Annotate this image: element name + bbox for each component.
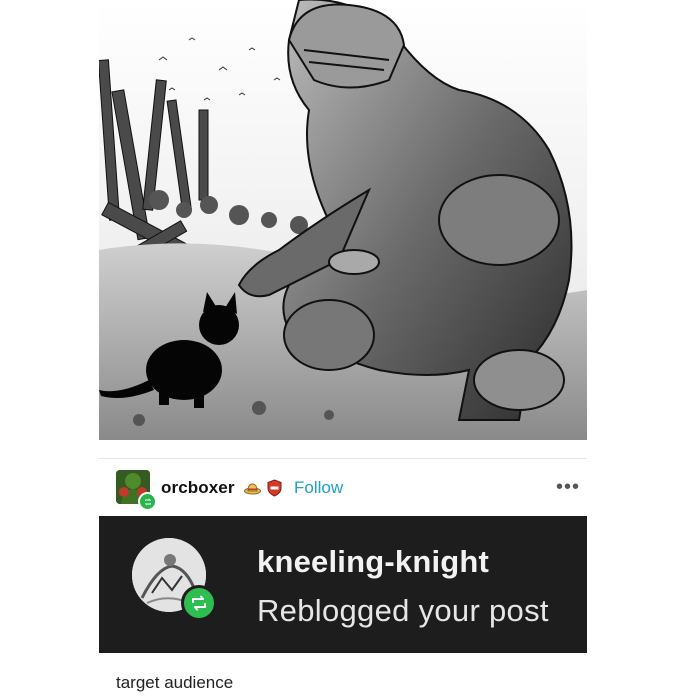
knight-cat-illustration: [99, 0, 587, 440]
post-header: orcboxer Follow •••: [116, 468, 586, 511]
notification-username[interactable]: kneeling-knight: [257, 544, 489, 580]
red-shield-badge-icon: [267, 479, 282, 497]
reblog-notification-card: kneeling-knight Reblogged your post: [99, 516, 587, 653]
author-username[interactable]: orcboxer: [161, 478, 235, 498]
reblog-icon: [138, 492, 157, 511]
straw-hat-icon: [244, 483, 261, 495]
divider: [99, 458, 587, 459]
author-avatar[interactable]: [116, 470, 157, 511]
post-caption: target audience: [116, 673, 234, 692]
reblog-icon: [181, 585, 217, 621]
ellipsis-icon[interactable]: •••: [556, 477, 580, 497]
notification-action: Reblogged your post: [257, 593, 549, 628]
post-image[interactable]: [99, 0, 587, 440]
follow-button[interactable]: Follow: [294, 478, 343, 498]
